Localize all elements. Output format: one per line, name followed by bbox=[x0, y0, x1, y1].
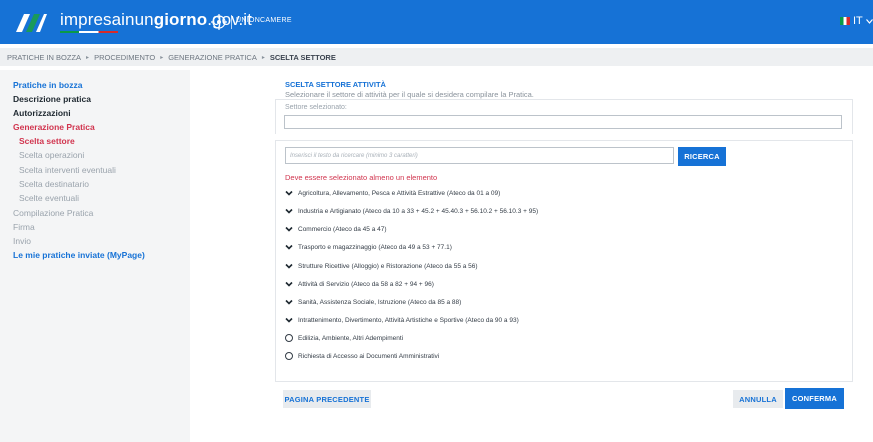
sector-label: Strutture Ricettive (Alloggio) e Ristora… bbox=[298, 262, 478, 270]
sector-item-strutture[interactable]: Strutture Ricettive (Alloggio) e Ristora… bbox=[285, 262, 478, 270]
sector-item-servizio[interactable]: Attività di Servizio (Ateco da 58 a 82 +… bbox=[285, 280, 434, 288]
sector-label: Edilizia, Ambiente, Altri Adempimenti bbox=[298, 334, 404, 342]
sidebar-item-mypage[interactable]: Le mie pratiche inviate (MyPage) bbox=[13, 250, 145, 260]
chevron-down-icon bbox=[285, 317, 293, 323]
validation-error: Deve essere selezionato almeno un elemen… bbox=[285, 173, 438, 182]
breadcrumb-separator-icon: ▸ bbox=[86, 54, 90, 61]
breadcrumb-item-bozza[interactable]: PRATICHE IN BOZZA bbox=[7, 53, 81, 62]
unioncamere-logo-icon bbox=[211, 14, 227, 30]
chevron-down-icon bbox=[285, 299, 293, 305]
chevron-down-icon bbox=[285, 190, 293, 196]
sidebar: Pratiche in bozza Descrizione pratica Au… bbox=[0, 70, 190, 442]
sidebar-item-firma: Firma bbox=[13, 222, 35, 232]
chevron-down-icon bbox=[285, 244, 293, 250]
sector-item-intrattenimento[interactable]: Intrattenimento, Divertimento, Attività … bbox=[285, 316, 519, 324]
breadcrumb-item-generazione[interactable]: GENERAZIONE PRATICA bbox=[168, 53, 257, 62]
sector-label: Commercio (Ateco da 45 a 47) bbox=[298, 225, 387, 233]
sidebar-item-scelta-interventi: Scelta interventi eventuali bbox=[19, 165, 116, 175]
sector-label: Agricoltura, Allevamento, Pesca e Attivi… bbox=[298, 189, 501, 197]
sector-item-commercio[interactable]: Commercio (Ateco da 45 a 47) bbox=[285, 225, 387, 233]
site-name-part1: impresa bbox=[60, 10, 122, 29]
flag-underline bbox=[60, 31, 118, 33]
language-selector[interactable]: IT bbox=[840, 15, 873, 27]
sidebar-item-scelta-settore[interactable]: Scelta settore bbox=[19, 136, 75, 146]
radio-icon[interactable] bbox=[285, 352, 293, 360]
chevron-down-icon bbox=[285, 226, 293, 232]
sector-label: Industria e Artigianato (Ateco da 10 a 3… bbox=[298, 207, 539, 215]
sidebar-item-autorizzazioni[interactable]: Autorizzazioni bbox=[13, 108, 71, 118]
site-name-part3: giorno bbox=[153, 10, 208, 29]
chevron-down-icon bbox=[285, 263, 293, 269]
breadcrumb-separator-icon: ▸ bbox=[261, 54, 265, 61]
sidebar-item-invio: Invio bbox=[13, 236, 31, 246]
cancel-button[interactable]: ANNULLA bbox=[733, 390, 783, 408]
page-description: Selezionare il settore di attività per i… bbox=[285, 90, 534, 99]
sector-label: Intrattenimento, Divertimento, Attività … bbox=[298, 316, 519, 324]
site-name-part2: inun bbox=[121, 10, 154, 29]
partner-separator bbox=[231, 15, 232, 29]
selected-sector-label: Settore selezionato: bbox=[285, 104, 347, 111]
confirm-button[interactable]: CONFERMA bbox=[785, 388, 844, 409]
site-logo-icon[interactable] bbox=[14, 8, 48, 36]
sidebar-item-scelta-operazioni: Scelta operazioni bbox=[19, 150, 85, 160]
sector-item-edilizia[interactable]: Edilizia, Ambiente, Altri Adempimenti bbox=[285, 334, 403, 342]
selected-sector-field[interactable] bbox=[284, 115, 842, 129]
sector-item-sanita[interactable]: Sanità, Assistenza Sociale, Istruzione (… bbox=[285, 298, 461, 306]
sidebar-item-generazione[interactable]: Generazione Pratica bbox=[13, 122, 95, 132]
chevron-down-icon bbox=[865, 18, 873, 24]
sector-item-trasporto[interactable]: Trasporto e magazzinaggio (Ateco da 49 a… bbox=[285, 243, 452, 251]
radio-icon[interactable] bbox=[285, 334, 293, 342]
sector-label: Sanità, Assistenza Sociale, Istruzione (… bbox=[298, 298, 462, 306]
search-input[interactable]: Inserisci il testo da ricercare (minimo … bbox=[285, 147, 674, 164]
partner-name: UNIONCAMERE bbox=[236, 17, 292, 24]
sector-item-agricoltura[interactable]: Agricoltura, Allevamento, Pesca e Attivi… bbox=[285, 189, 500, 197]
breadcrumb-item-current: SCELTA SETTORE bbox=[269, 52, 336, 62]
italy-flag-icon bbox=[840, 17, 850, 25]
breadcrumb-item-procedimento[interactable]: PROCEDIMENTO bbox=[94, 53, 155, 62]
page-title: SCELTA SETTORE ATTIVITÀ bbox=[285, 80, 386, 89]
sector-label: Trasporto e magazzinaggio (Ateco da 49 a… bbox=[298, 243, 452, 251]
sector-item-accesso-documenti[interactable]: Richiesta di Accesso ai Documenti Ammini… bbox=[285, 352, 439, 360]
language-label: IT bbox=[853, 15, 863, 27]
sector-item-industria[interactable]: Industria e Artigianato (Ateco da 10 a 3… bbox=[285, 207, 538, 215]
sidebar-item-scelta-destinatario: Scelta destinatario bbox=[19, 179, 89, 189]
sidebar-item-descrizione[interactable]: Descrizione pratica bbox=[13, 94, 91, 104]
sector-label: Attività di Servizio (Ateco da 58 a 82 +… bbox=[298, 280, 434, 288]
breadcrumb: PRATICHE IN BOZZA ▸ PROCEDIMENTO ▸ GENER… bbox=[0, 48, 873, 66]
top-header: impresainungiorno.gov.it UNIONCAMERE IT bbox=[0, 0, 873, 44]
sidebar-item-scelte-eventuali: Scelte eventuali bbox=[19, 193, 80, 203]
sidebar-item-compilazione: Compilazione Pratica bbox=[13, 208, 94, 218]
sector-label: Richiesta di Accesso ai Documenti Ammini… bbox=[298, 352, 440, 360]
sidebar-item-pratiche-bozza[interactable]: Pratiche in bozza bbox=[13, 80, 82, 90]
previous-page-button[interactable]: PAGINA PRECEDENTE bbox=[283, 390, 371, 408]
chevron-down-icon bbox=[285, 281, 293, 287]
breadcrumb-separator-icon: ▸ bbox=[160, 54, 164, 61]
chevron-down-icon bbox=[285, 208, 293, 214]
search-button[interactable]: RICERCA bbox=[678, 147, 726, 166]
